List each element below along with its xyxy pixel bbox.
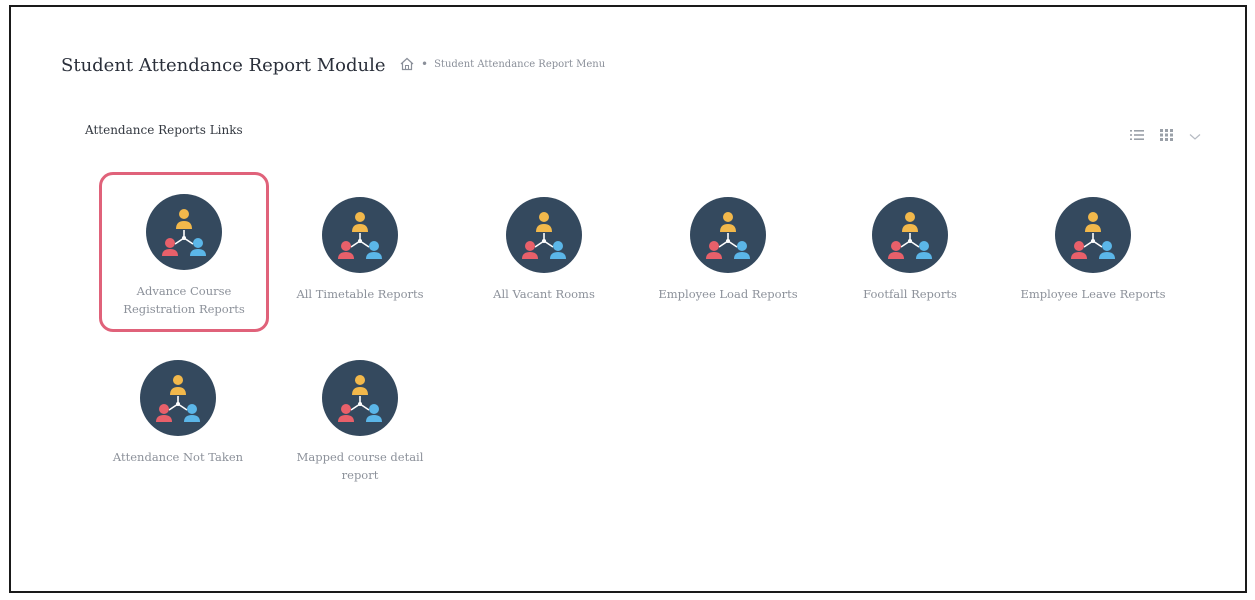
- tile-label: Advance Course Registration Reports: [123, 284, 245, 316]
- tile-all-timetable-reports[interactable]: All Timetable Reports: [275, 175, 445, 335]
- tile-label: Employee Load Reports: [658, 287, 798, 301]
- tile-employee-load-reports[interactable]: Employee Load Reports: [643, 175, 813, 335]
- tile-all-vacant-rooms[interactable]: All Vacant Rooms: [459, 175, 629, 335]
- tile-advance-course-registration-reports[interactable]: Advance Course Registration Reports: [99, 172, 269, 332]
- tile-label: All Vacant Rooms: [493, 287, 595, 301]
- tile-attendance-not-taken[interactable]: Attendance Not Taken: [93, 338, 263, 498]
- org-hierarchy-icon: [140, 360, 216, 436]
- home-icon[interactable]: [399, 57, 415, 71]
- list-view-icon[interactable]: [1130, 126, 1144, 145]
- org-hierarchy-icon: [146, 194, 222, 270]
- grid-view-icon[interactable]: [1160, 126, 1173, 145]
- org-hierarchy-icon: [506, 197, 582, 273]
- breadcrumb: • Student Attendance Report Menu: [399, 57, 605, 71]
- tile-mapped-course-detail-report[interactable]: Mapped course detail report: [275, 338, 445, 498]
- breadcrumb-separator: •: [421, 57, 429, 71]
- page-title: Student Attendance Report Module: [61, 55, 386, 76]
- org-hierarchy-icon: [1055, 197, 1131, 273]
- tile-label: Footfall Reports: [863, 287, 957, 301]
- tile-employee-leave-reports[interactable]: Employee Leave Reports: [1008, 175, 1178, 335]
- section-title: Attendance Reports Links: [85, 123, 243, 137]
- tile-label: Employee Leave Reports: [1020, 287, 1166, 301]
- tile-label: All Timetable Reports: [296, 287, 424, 301]
- org-hierarchy-icon: [872, 197, 948, 273]
- org-hierarchy-icon: [322, 197, 398, 273]
- view-controls: [1130, 126, 1201, 145]
- org-hierarchy-icon: [322, 360, 398, 436]
- tile-label: Attendance Not Taken: [112, 450, 244, 464]
- chevron-down-icon[interactable]: [1189, 126, 1201, 145]
- tile-footfall-reports[interactable]: Footfall Reports: [825, 175, 995, 335]
- page-frame: Student Attendance Report Module • Stude…: [9, 5, 1247, 593]
- org-hierarchy-icon: [690, 197, 766, 273]
- breadcrumb-current: Student Attendance Report Menu: [434, 58, 606, 70]
- tile-label: Mapped course detail report: [296, 450, 424, 482]
